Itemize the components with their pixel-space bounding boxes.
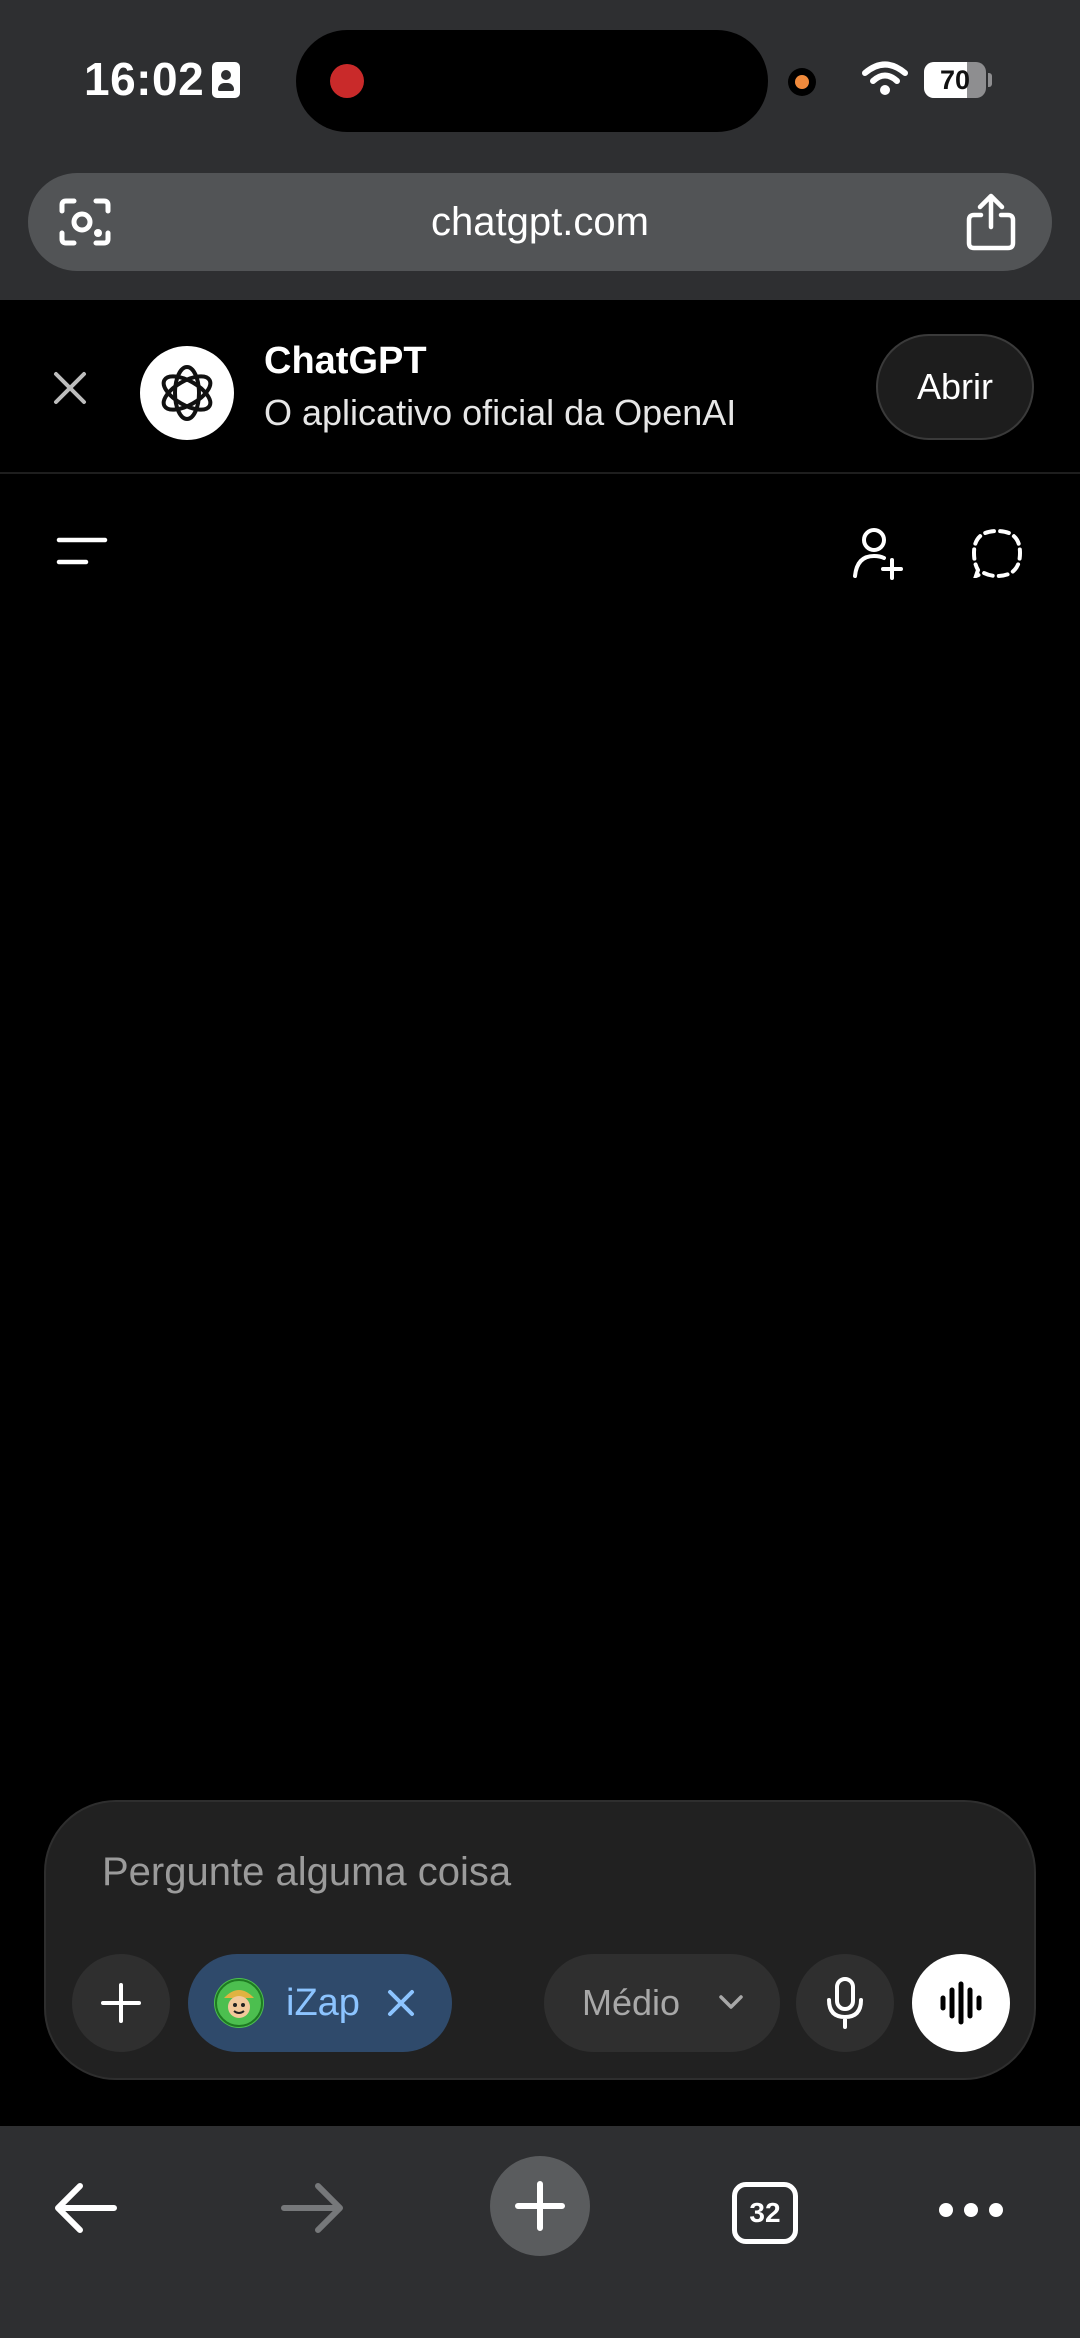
wifi-icon xyxy=(862,61,908,95)
attach-button[interactable] xyxy=(72,1954,170,2052)
back-arrow-icon[interactable] xyxy=(52,2178,118,2238)
camera-indicator-icon xyxy=(788,68,816,96)
dynamic-island xyxy=(296,30,768,132)
battery-nub xyxy=(988,73,992,87)
tool-chip[interactable]: iZap xyxy=(188,1954,452,2052)
message-composer: Pergunte alguma coisa iZap Médio xyxy=(44,1800,1036,2080)
remove-chip-icon[interactable] xyxy=(384,1986,418,2020)
close-icon[interactable] xyxy=(50,368,90,408)
voice-mode-button[interactable] xyxy=(912,1954,1010,2052)
share-icon[interactable] xyxy=(964,193,1018,251)
app-install-banner: ChatGPT O aplicativo oficial da OpenAI A… xyxy=(0,300,1080,474)
tab-switcher-button[interactable]: 32 xyxy=(732,2182,798,2244)
battery-icon: 70 xyxy=(924,62,986,98)
plus-icon xyxy=(515,2181,565,2231)
menu-icon[interactable] xyxy=(56,536,108,566)
url-text[interactable]: chatgpt.com xyxy=(28,173,1052,271)
open-app-button[interactable]: Abrir xyxy=(876,334,1034,440)
chevron-down-icon xyxy=(719,1995,743,2009)
browser-top-chrome: 16:02 70 chatgpt.com xyxy=(0,0,1080,300)
recording-dot-icon xyxy=(330,64,364,98)
prompt-input[interactable]: Pergunte alguma coisa xyxy=(102,1850,511,1895)
forward-arrow-icon[interactable] xyxy=(280,2178,346,2238)
reasoning-level-label: Médio xyxy=(582,1982,681,2023)
add-user-icon[interactable] xyxy=(852,526,904,580)
new-tab-button[interactable] xyxy=(490,2156,590,2256)
reasoning-level-select[interactable]: Médio xyxy=(544,1954,780,2052)
chip-label: iZap xyxy=(286,1982,360,2024)
temporary-chat-icon[interactable] xyxy=(970,528,1024,578)
microphone-icon xyxy=(827,1977,863,2029)
plus-icon xyxy=(101,1983,141,2023)
dictation-button[interactable] xyxy=(796,1954,894,2052)
address-bar[interactable]: chatgpt.com xyxy=(28,173,1052,271)
izap-avatar-icon xyxy=(214,1978,264,2028)
battery-percent: 70 xyxy=(939,65,971,95)
voice-waveform-icon xyxy=(940,1981,982,2025)
app-subtitle: O aplicativo oficial da OpenAI xyxy=(264,392,737,433)
browser-bottom-toolbar: 32 xyxy=(0,2126,1080,2338)
chatgpt-logo-icon xyxy=(140,346,234,440)
tab-count: 32 xyxy=(749,2197,781,2228)
contact-card-icon xyxy=(212,62,240,98)
status-time: 16:02 xyxy=(84,53,205,105)
app-title: ChatGPT xyxy=(264,340,427,382)
more-icon[interactable] xyxy=(936,2200,1006,2220)
